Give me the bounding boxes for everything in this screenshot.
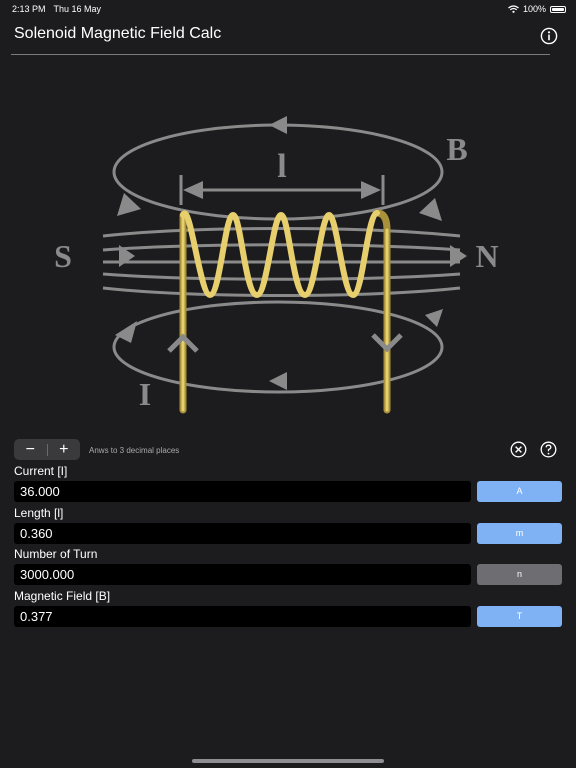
current-input[interactable]: 36.000 xyxy=(14,481,471,502)
north-pole-label: N xyxy=(475,238,498,274)
turns-input[interactable]: 3000.000 xyxy=(14,564,471,585)
field-label: B xyxy=(446,131,467,167)
info-icon[interactable] xyxy=(540,27,558,45)
current-arrows xyxy=(167,333,403,353)
clear-icon[interactable] xyxy=(510,441,527,458)
status-time: 2:13 PM xyxy=(12,4,46,14)
current-label: Current [I] xyxy=(14,464,68,478)
precision-hint: Anws to 3 decimal places xyxy=(89,446,180,455)
decrement-button[interactable]: − xyxy=(14,439,47,460)
increment-button[interactable]: + xyxy=(48,439,81,460)
status-bar: 2:13 PM Thu 16 May 100% xyxy=(0,0,576,16)
battery-percent: 100% xyxy=(522,4,546,14)
nav-divider xyxy=(11,54,550,55)
magnetic-field-unit-button[interactable]: T xyxy=(477,606,562,627)
help-icon[interactable] xyxy=(540,441,557,458)
magnetic-field-input[interactable]: 0.377 xyxy=(14,606,471,627)
turns-unit-button[interactable]: n xyxy=(477,564,562,585)
turns-label: Number of Turn xyxy=(14,547,98,561)
status-date: Thu 16 May xyxy=(53,4,102,14)
length-label: l xyxy=(277,148,286,185)
page-title: Solenoid Magnetic Field Calc xyxy=(14,25,222,42)
battery-icon xyxy=(550,5,566,13)
solenoid-diagram: l B S N I xyxy=(54,116,499,414)
length-input[interactable]: 0.360 xyxy=(14,523,471,544)
magnetic-field-label: Magnetic Field [B] xyxy=(14,589,111,603)
current-unit-button[interactable]: A xyxy=(477,481,562,502)
length-label: Length [l] xyxy=(14,506,64,520)
length-unit-button[interactable]: m xyxy=(477,523,562,544)
decimal-stepper[interactable]: − + xyxy=(14,439,80,460)
south-pole-label: S xyxy=(54,238,72,274)
current-label: I xyxy=(139,376,151,412)
wifi-icon xyxy=(508,5,519,13)
home-indicator[interactable] xyxy=(192,759,384,763)
